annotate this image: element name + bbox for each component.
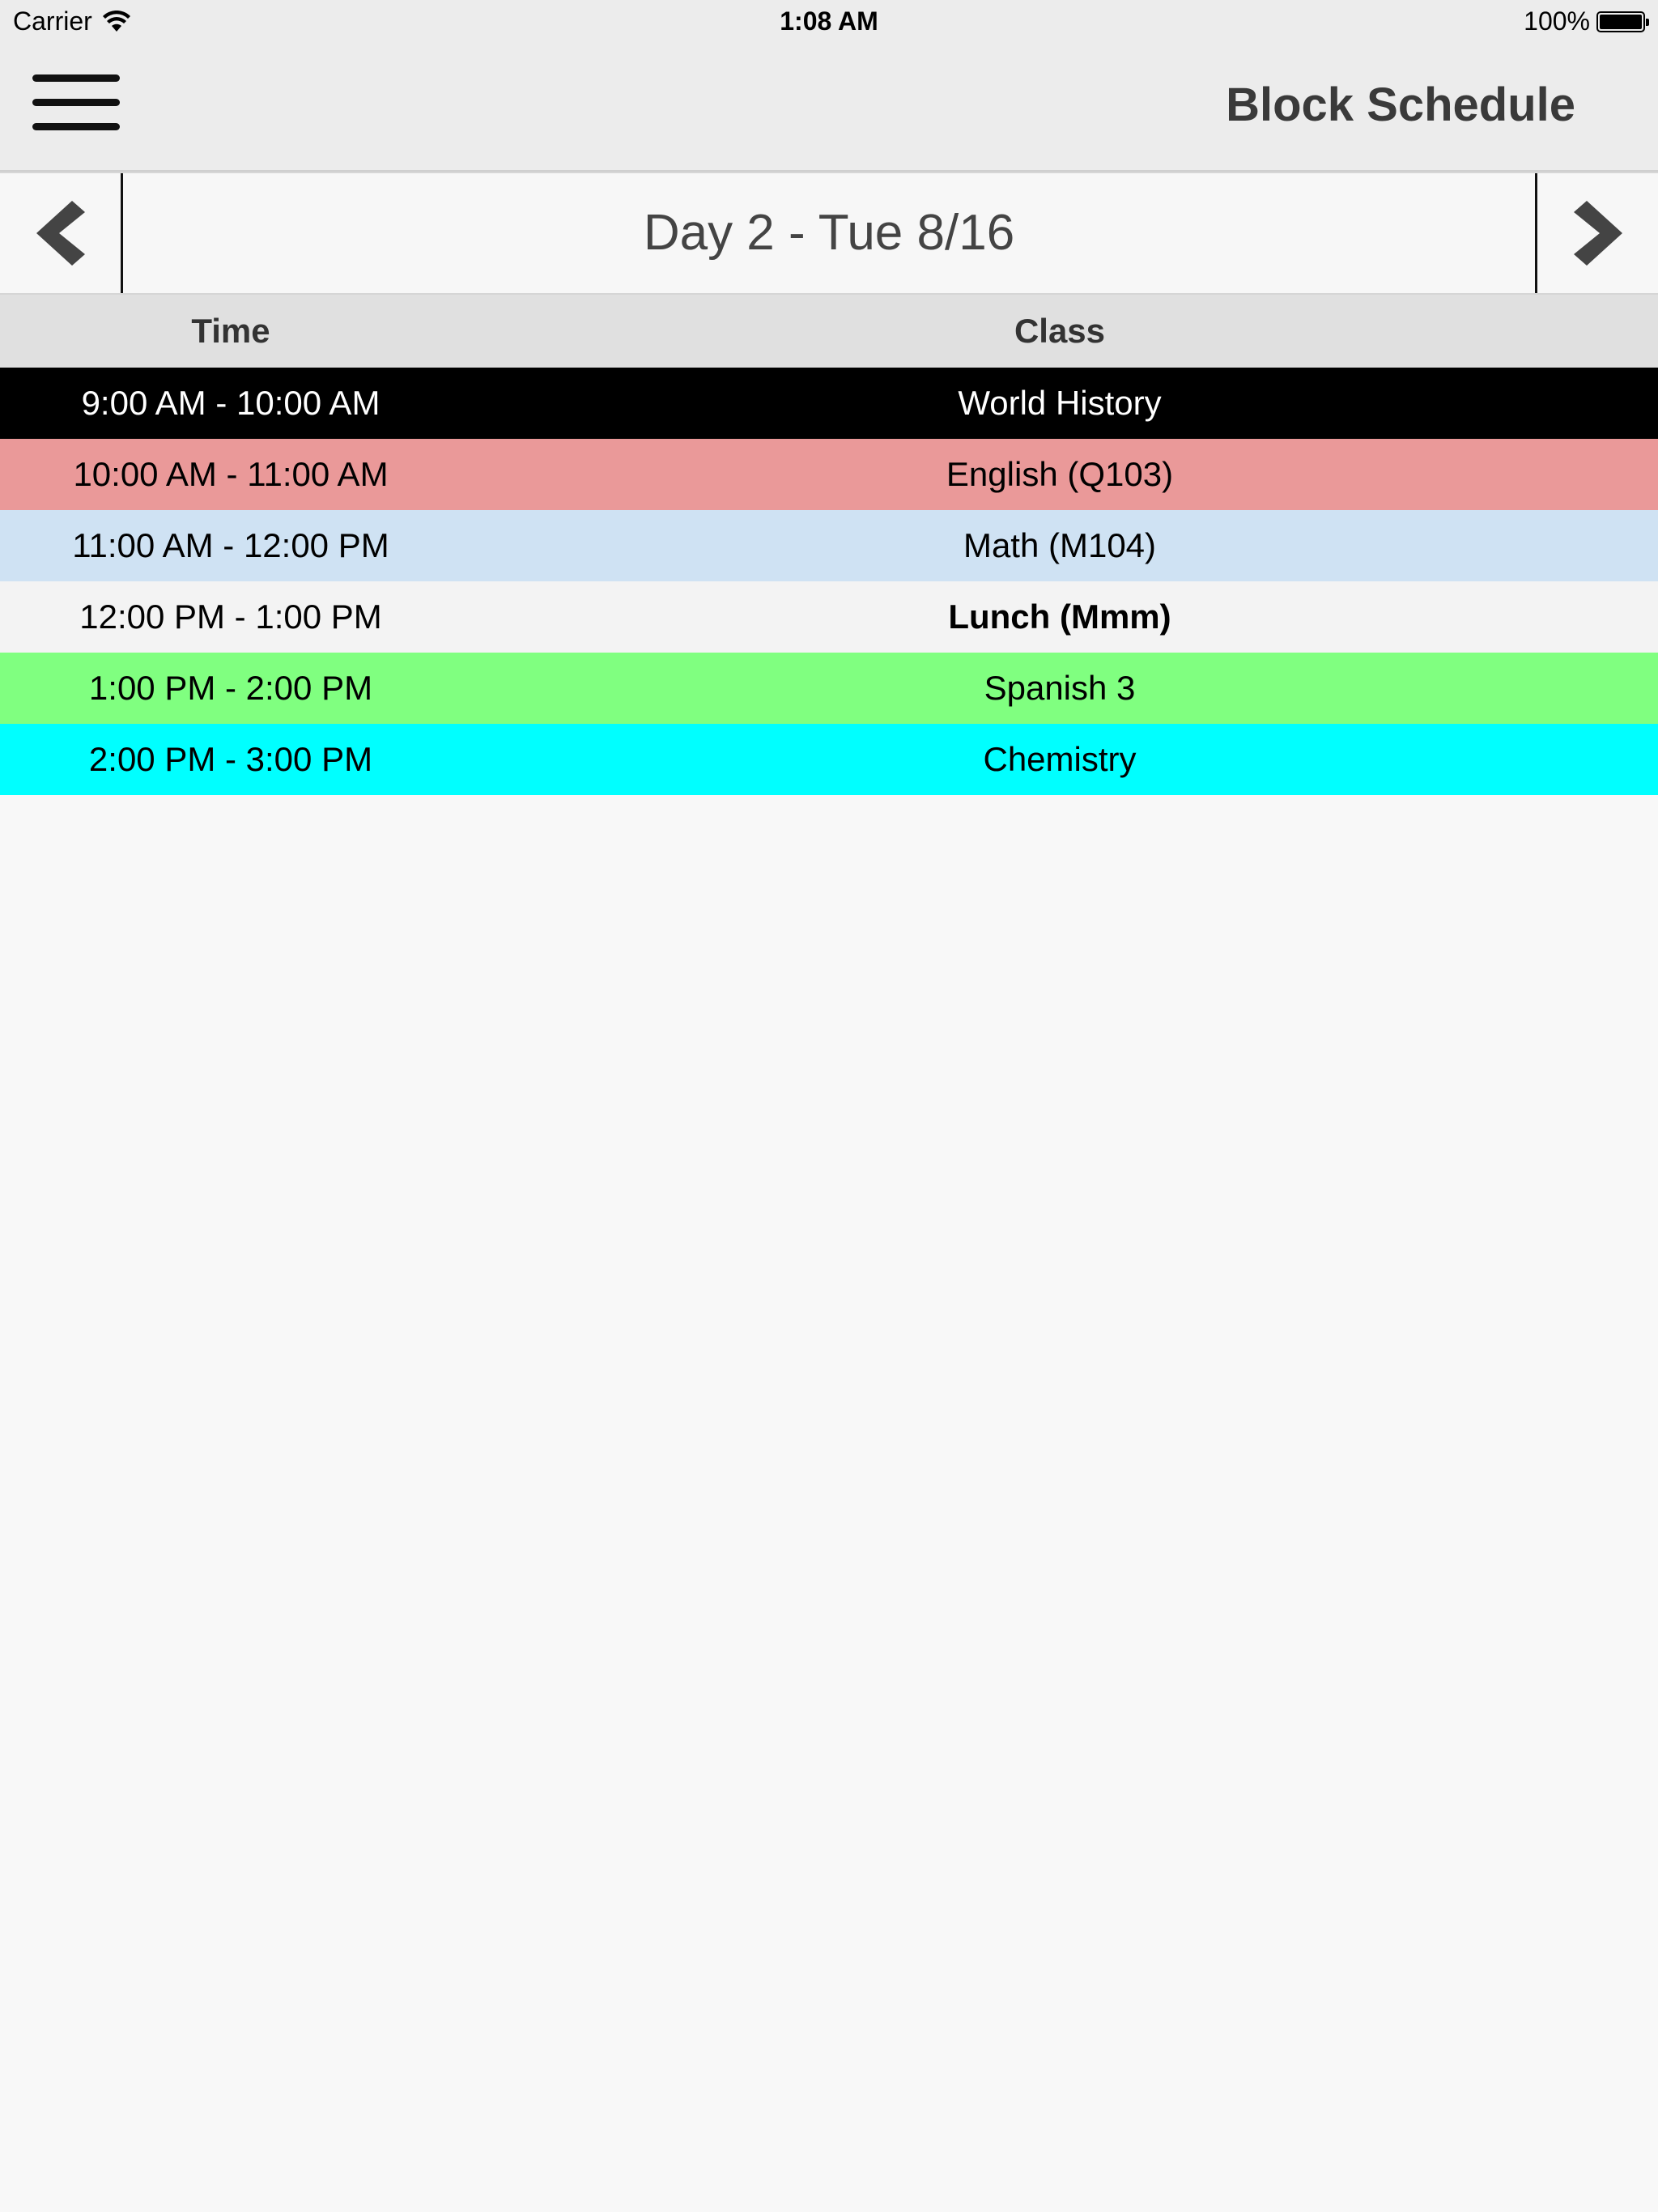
status-time: 1:08 AM	[780, 6, 878, 36]
day-label: Day 2 - Tue 8/16	[643, 205, 1015, 261]
row-time: 2:00 PM - 3:00 PM	[88, 740, 373, 778]
row-class: Spanish 3	[984, 669, 1136, 707]
row-class: Lunch (Mmm)	[948, 598, 1171, 636]
schedule-row[interactable]: 10:00 AM - 11:00 AM English (Q103)	[0, 439, 1658, 510]
schedule-row[interactable]: 12:00 PM - 1:00 PM Lunch (Mmm)	[0, 581, 1658, 653]
battery-percent: 100%	[1524, 6, 1590, 36]
chevron-left-icon	[36, 201, 85, 266]
row-class: Chemistry	[983, 740, 1137, 778]
row-class: English (Q103)	[946, 455, 1174, 493]
row-time: 12:00 PM - 1:00 PM	[79, 598, 382, 636]
schedule-row[interactable]: 2:00 PM - 3:00 PM Chemistry	[0, 724, 1658, 795]
row-time: 10:00 AM - 11:00 AM	[73, 455, 389, 493]
schedule-row[interactable]: 11:00 AM - 12:00 PM Math (M104)	[0, 510, 1658, 581]
schedule-row[interactable]: 9:00 AM - 10:00 AM World History	[0, 368, 1658, 439]
chevron-right-icon	[1573, 201, 1622, 266]
row-class: World History	[958, 384, 1162, 422]
row-time: 11:00 AM - 12:00 PM	[72, 526, 389, 564]
previous-day-button[interactable]	[0, 173, 123, 293]
battery-icon	[1596, 11, 1649, 32]
hamburger-menu-icon[interactable]	[32, 74, 120, 131]
day-navigator: Day 2 - Tue 8/16	[0, 172, 1658, 295]
next-day-button[interactable]	[1535, 173, 1658, 293]
schedule-row[interactable]: 1:00 PM - 2:00 PM Spanish 3	[0, 653, 1658, 724]
navigation-bar: Block Schedule	[0, 45, 1658, 172]
time-column-header: Time	[191, 312, 270, 350]
schedule-rows: 9:00 AM - 10:00 AM World History 10:00 A…	[0, 368, 1658, 795]
row-class: Math (M104)	[963, 526, 1157, 564]
battery-indicator: 100%	[1524, 6, 1649, 36]
status-bar: Carrier 1:08 AM 100%	[0, 0, 1658, 45]
schedule-header: Time Class	[0, 295, 1658, 368]
class-column-header: Class	[1014, 312, 1106, 350]
schedule-table: Time Class 9:00 AM - 10:00 AM World Hist…	[0, 295, 1658, 795]
page-title: Block Schedule	[1226, 79, 1575, 131]
row-time: 9:00 AM - 10:00 AM	[81, 384, 380, 422]
row-time: 1:00 PM - 2:00 PM	[88, 669, 373, 707]
